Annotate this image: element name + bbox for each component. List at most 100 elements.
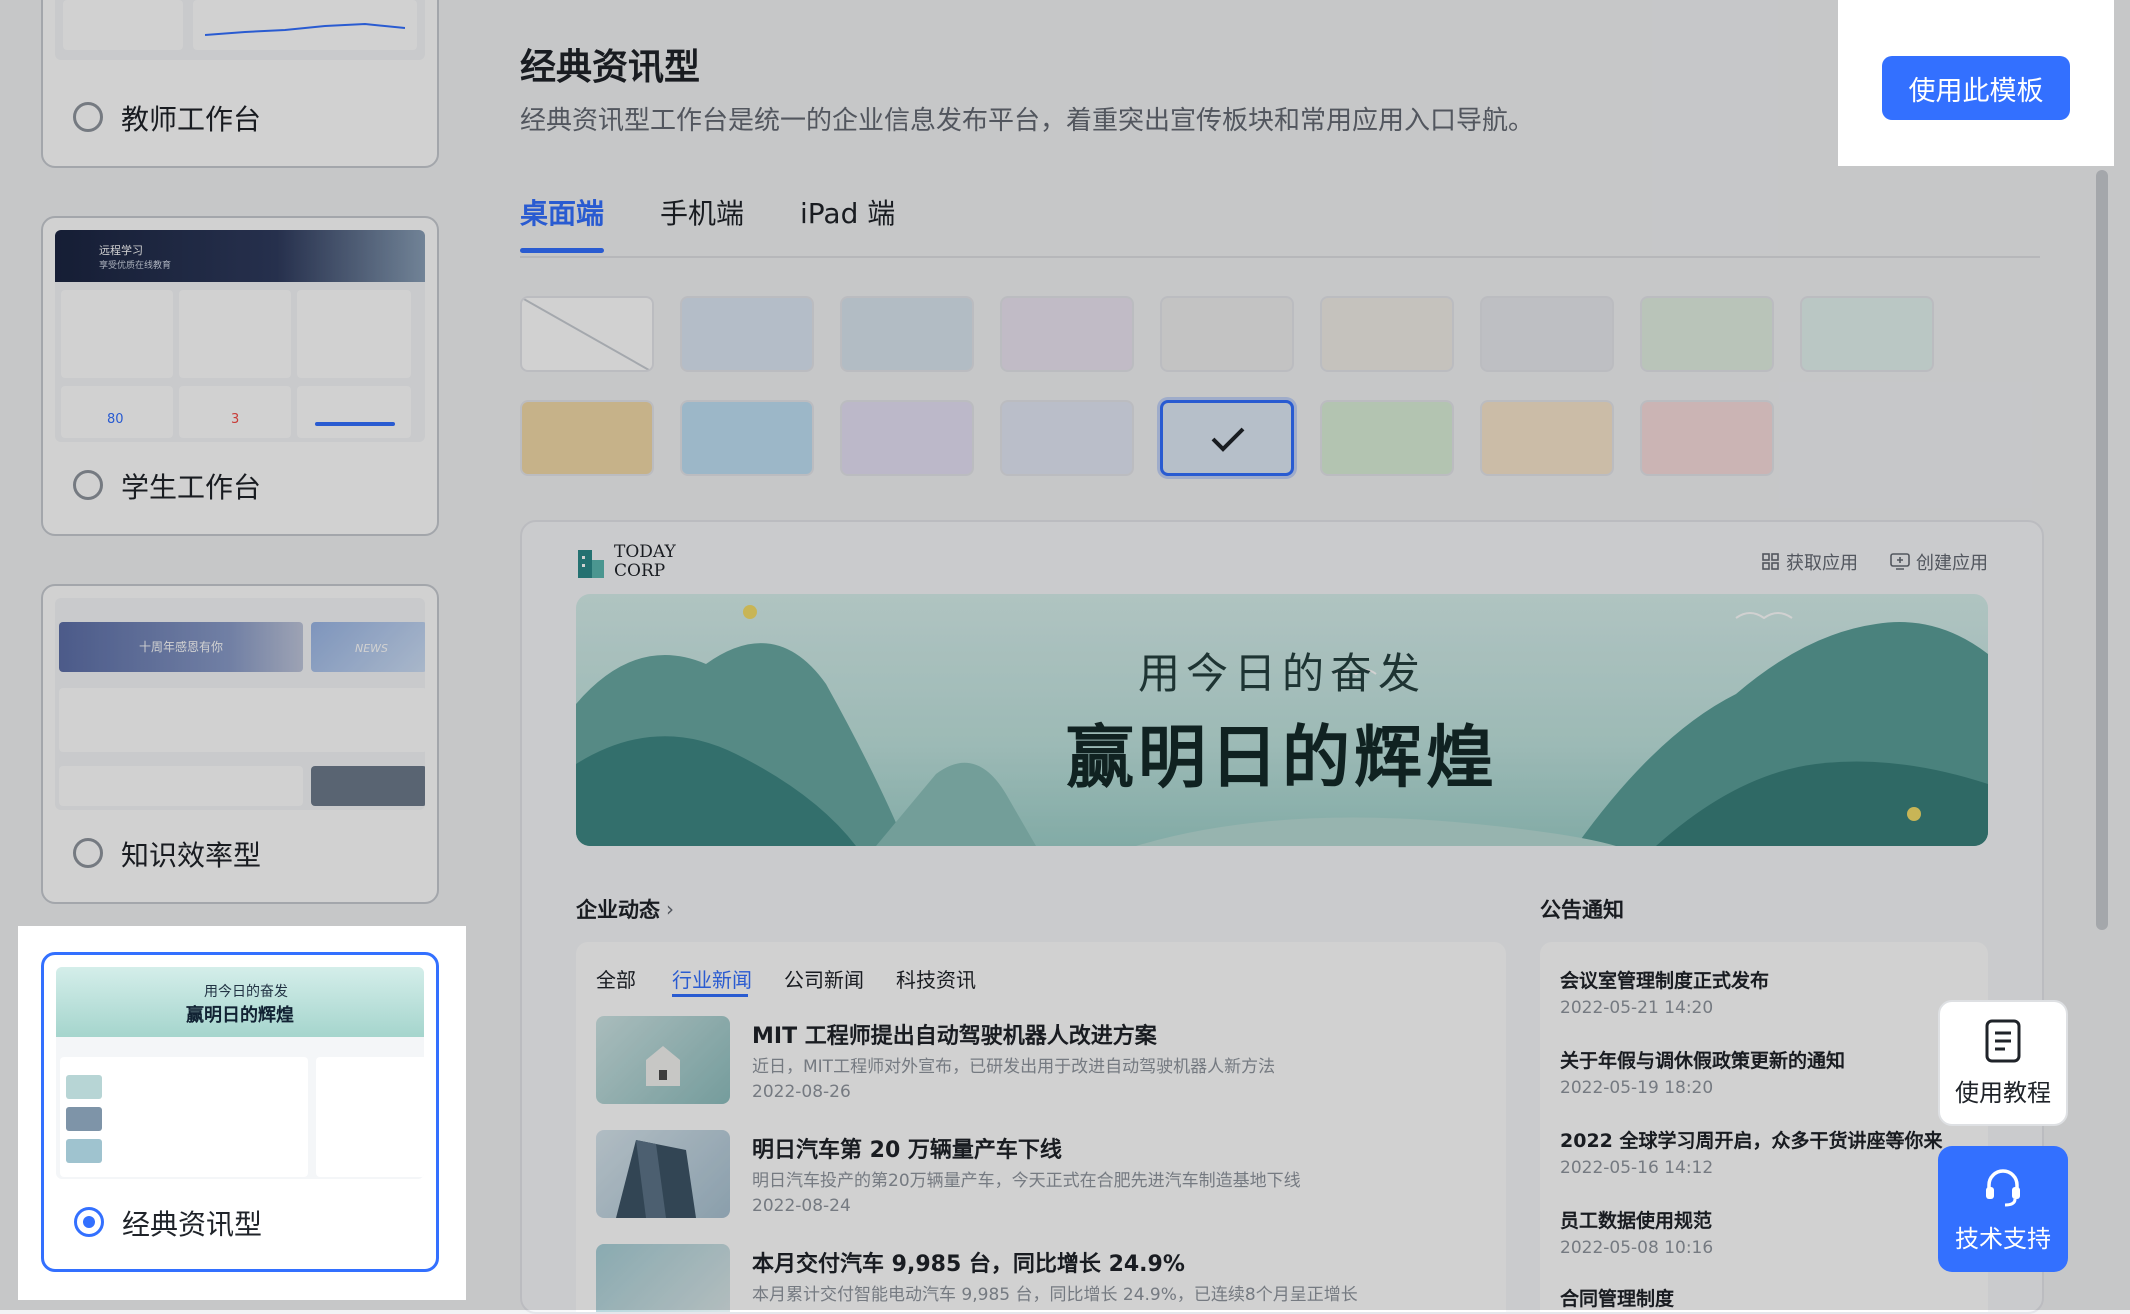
news-section-title: 企业动态: [576, 898, 660, 922]
news-tab-company[interactable]: 公司新闻: [784, 964, 864, 993]
building-image-icon: [616, 1140, 696, 1218]
template-radio-classic[interactable]: [74, 1207, 104, 1237]
banner-line1: 用今日的奋发: [1137, 649, 1426, 698]
swatch-13[interactable]: [1160, 400, 1294, 476]
news-tab-tech[interactable]: 科技资讯: [896, 964, 976, 993]
apps-grid-icon: [1762, 553, 1779, 570]
notice-title-2[interactable]: 2022 全球学习周开启，众多干货讲座等你来: [1560, 1126, 1943, 1153]
tech-support-button[interactable]: 技术支持: [1938, 1146, 2068, 1272]
news-panel: 全部 行业新闻 公司新闻 科技资讯 MIT 工程师提出自动驾驶机器人改进方案 近…: [576, 942, 1506, 1312]
news-thumb-building: [596, 1130, 730, 1218]
no-background-icon: [522, 298, 651, 370]
swatch-6[interactable]: [1480, 296, 1614, 372]
preview-banner: 用今日的奋发 赢明日的辉煌: [576, 594, 1988, 846]
mini-line-chart-icon: [205, 22, 405, 36]
template-thumb-teacher: [55, 0, 425, 60]
banner-line2: 赢明日的辉煌: [1065, 718, 1498, 798]
preview-logo: TODAY CORP: [576, 542, 696, 582]
news-sub-2: 本月累计交付智能电动汽车 9,985 台，同比增长 24.9%，已连续8个月呈正…: [752, 1285, 1358, 1305]
notice-section-title: 公告通知: [1540, 898, 1624, 922]
scrollbar-thumb[interactable]: [2096, 170, 2108, 930]
news-title-2[interactable]: 本月交付汽车 9,985 台，同比增长 24.9%: [752, 1246, 1185, 1278]
use-template-button[interactable]: 使用此模板: [1882, 56, 2070, 120]
student-thumb-stat1: 80: [107, 412, 124, 427]
swatch-1[interactable]: [680, 296, 814, 372]
document-icon: [1985, 1019, 2021, 1062]
get-apps-label: 获取应用: [1786, 553, 1858, 574]
notice-date-2: 2022-05-16 14:12: [1560, 1158, 1714, 1178]
news-tab-industry[interactable]: 行业新闻: [672, 964, 752, 993]
swatch-15[interactable]: [1480, 400, 1614, 476]
swatch-7[interactable]: [1640, 296, 1774, 372]
news-sub-1: 明日汽车投产的第20万辆量产车，今天正式在合肥先进汽车制造基地下线: [752, 1171, 1301, 1191]
news-date-1: 2022-08-24: [752, 1196, 851, 1216]
notice-date-0: 2022-05-21 14:20: [1560, 998, 1714, 1018]
house-image-icon: [646, 1046, 680, 1086]
template-thumb-classic: 用今日的奋发 赢明日的辉煌: [56, 967, 424, 1179]
swatch-10[interactable]: [680, 400, 814, 476]
news-thumb-city: [596, 1244, 730, 1312]
get-apps-link[interactable]: 获取应用: [1762, 550, 1858, 574]
classic-thumb-line1: 用今日的奋发: [204, 984, 288, 1000]
student-thumb-banner-line1: 远程学习: [99, 244, 143, 257]
template-label-knowledge: 知识效率型: [121, 839, 262, 872]
headset-icon: [1986, 1168, 2020, 1206]
template-card-classic[interactable]: 用今日的奋发 赢明日的辉煌 经典资讯型: [41, 952, 439, 1272]
tab-mobile[interactable]: 手机端: [660, 192, 744, 232]
notice-title-4[interactable]: 合同管理制度: [1560, 1284, 1674, 1311]
notice-title-1[interactable]: 关于年假与调休假政策更新的通知: [1560, 1046, 1845, 1073]
swatch-3[interactable]: [1000, 296, 1134, 372]
swatch-9[interactable]: [520, 400, 654, 476]
template-preview: TODAY CORP 获取应用 创建应用 用今日的奋发 赢明日的辉煌 企业动态 …: [520, 520, 2044, 1314]
swatch-11[interactable]: [840, 400, 974, 476]
notice-panel: 会议室管理制度正式发布 2022-05-21 14:20 关于年假与调休假政策更…: [1540, 942, 1988, 1312]
news-thumb-house: [596, 1016, 730, 1104]
news-sub-0: 近日，MIT工程师对外宣布，已研发出用于改进自动驾驶机器人新方法: [752, 1057, 1276, 1077]
notice-date-3: 2022-05-08 10:16: [1560, 1238, 1714, 1258]
notice-title-3[interactable]: 员工数据使用规范: [1560, 1206, 1712, 1233]
tab-ipad[interactable]: iPad 端: [800, 192, 895, 232]
template-radio-student[interactable]: [73, 470, 103, 500]
template-sidebar: 教师工作台 远程学习 享受优质在线教育 80 3 学生工作台 十周年感恩有你 N…: [0, 0, 470, 1310]
swatch-5[interactable]: [1320, 296, 1454, 372]
template-card-student[interactable]: 远程学习 享受优质在线教育 80 3 学生工作台: [41, 216, 439, 536]
notice-date-1: 2022-05-19 18:20: [1560, 1078, 1714, 1098]
template-radio-knowledge[interactable]: [73, 838, 103, 868]
template-card-teacher[interactable]: 教师工作台: [41, 0, 439, 168]
news-title-0[interactable]: MIT 工程师提出自动驾驶机器人改进方案: [752, 1018, 1157, 1050]
tab-desktop[interactable]: 桌面端: [520, 192, 604, 232]
swatch-2[interactable]: [840, 296, 974, 372]
create-app-link[interactable]: 创建应用: [1890, 550, 1988, 574]
swatch-12[interactable]: [1000, 400, 1134, 476]
swatch-4[interactable]: [1160, 296, 1294, 372]
logo-text-line2: CORP: [614, 561, 666, 581]
page-description: 经典资讯型工作台是统一的企业信息发布平台，着重突出宣传板块和常用应用入口导航。: [520, 106, 1535, 136]
notice-title-0[interactable]: 会议室管理制度正式发布: [1560, 966, 1769, 993]
template-label-student: 学生工作台: [121, 471, 262, 504]
student-thumb-stat2: 3: [231, 412, 240, 427]
tech-support-label: 技术支持: [1955, 1224, 2051, 1253]
template-radio-teacher[interactable]: [73, 102, 103, 132]
swatch-16[interactable]: [1640, 400, 1774, 476]
tutorial-button[interactable]: 使用教程: [1938, 1000, 2068, 1126]
swatch-14[interactable]: [1320, 400, 1454, 476]
tutorial-label: 使用教程: [1955, 1078, 2051, 1107]
building-logo-icon: [578, 550, 604, 578]
news-tab-indicator: [672, 994, 748, 997]
template-thumb-student: 远程学习 享受优质在线教育 80 3: [55, 230, 425, 442]
chevron-right-icon: ›: [666, 897, 674, 921]
platform-tabs: 桌面端 手机端 iPad 端: [520, 192, 2040, 258]
knowledge-thumb-news: NEWS: [355, 642, 389, 655]
template-label-classic: 经典资讯型: [122, 1208, 263, 1241]
swatch-8[interactable]: [1800, 296, 1934, 372]
active-tab-indicator: [520, 248, 604, 253]
swatch-0[interactable]: [520, 296, 654, 372]
news-title-1[interactable]: 明日汽车第 20 万辆量产车下线: [752, 1132, 1062, 1164]
news-date-0: 2022-08-26: [752, 1082, 851, 1102]
template-card-knowledge[interactable]: 十周年感恩有你 NEWS 知识效率型: [41, 584, 439, 904]
news-section-header[interactable]: 企业动态 ›: [576, 894, 674, 924]
template-label-teacher: 教师工作台: [121, 103, 262, 136]
background-swatches: [520, 296, 2040, 486]
news-tab-all[interactable]: 全部: [596, 964, 636, 993]
template-thumb-knowledge: 十周年感恩有你 NEWS: [55, 598, 425, 810]
